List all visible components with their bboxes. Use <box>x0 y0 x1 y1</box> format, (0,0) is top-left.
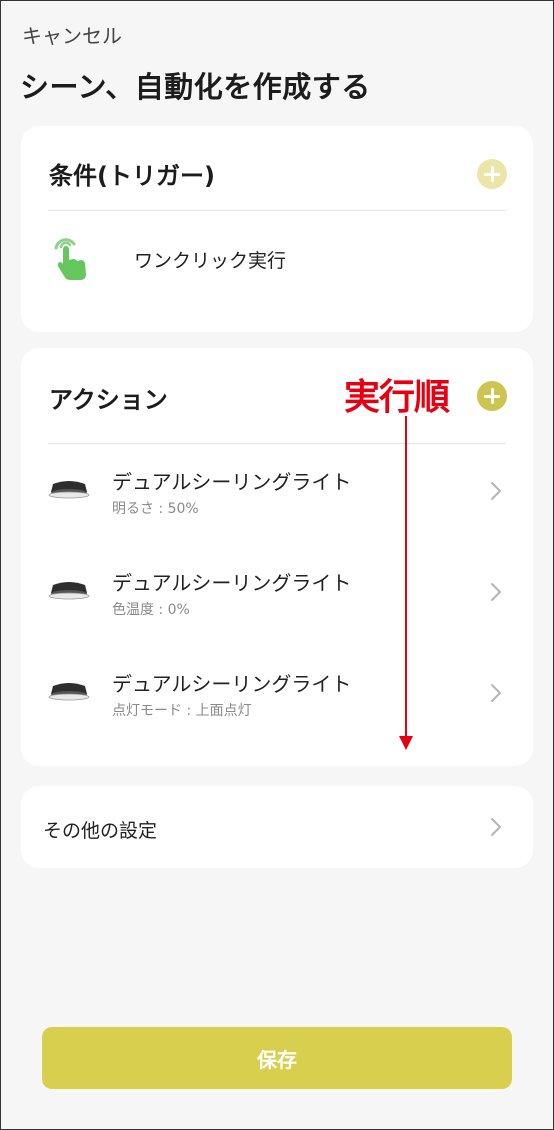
cancel-button[interactable]: キャンセル <box>22 20 122 49</box>
action-item[interactable]: デュアルシーリングライト 色温度 : 0% <box>21 551 533 631</box>
action-card: アクション デュアルシーリングライト 明るさ : 50% デュアルシーリングライ… <box>21 348 533 766</box>
action-item-detail: 色温度 : 0% <box>112 602 190 618</box>
trigger-card-title: 条件(トリガー) <box>49 162 215 190</box>
page-title: シーン、自動化を作成する <box>20 70 371 104</box>
ceiling-light-icon <box>48 481 90 499</box>
add-trigger-button[interactable] <box>477 159 507 189</box>
action-item-name: デュアルシーリングライト <box>112 571 352 595</box>
down-arrow-icon <box>399 416 413 750</box>
chevron-right-icon <box>491 482 501 500</box>
trigger-item-label: ワンクリック実行 <box>134 250 287 272</box>
add-action-button[interactable] <box>477 381 507 411</box>
action-item[interactable]: デュアルシーリングライト 明るさ : 50% <box>21 450 533 530</box>
ceiling-light-icon <box>48 582 90 600</box>
chevron-right-icon <box>491 684 501 702</box>
divider <box>48 443 506 444</box>
ceiling-light-icon <box>48 683 90 701</box>
action-card-title: アクション <box>49 386 168 414</box>
action-item[interactable]: デュアルシーリングライト 点灯モード : 上面点灯 <box>21 652 533 732</box>
execution-order-annotation: 実行順 <box>344 377 450 418</box>
save-button[interactable]: 保存 <box>42 1027 512 1089</box>
action-item-name: デュアルシーリングライト <box>112 470 352 494</box>
trigger-item-one-click[interactable]: ワンクリック実行 <box>48 230 508 286</box>
action-item-name: デュアルシーリングライト <box>112 672 352 696</box>
tap-hand-icon <box>54 238 86 280</box>
action-item-detail: 明るさ : 50% <box>112 501 199 517</box>
other-settings-row[interactable]: その他の設定 <box>21 786 533 868</box>
chevron-right-icon <box>491 583 501 601</box>
divider <box>48 210 506 211</box>
action-item-detail: 点灯モード : 上面点灯 <box>112 703 252 719</box>
chevron-right-icon <box>491 818 501 836</box>
trigger-card: 条件(トリガー) ワンクリック実行 <box>21 126 533 332</box>
other-settings-label: その他の設定 <box>43 820 158 842</box>
